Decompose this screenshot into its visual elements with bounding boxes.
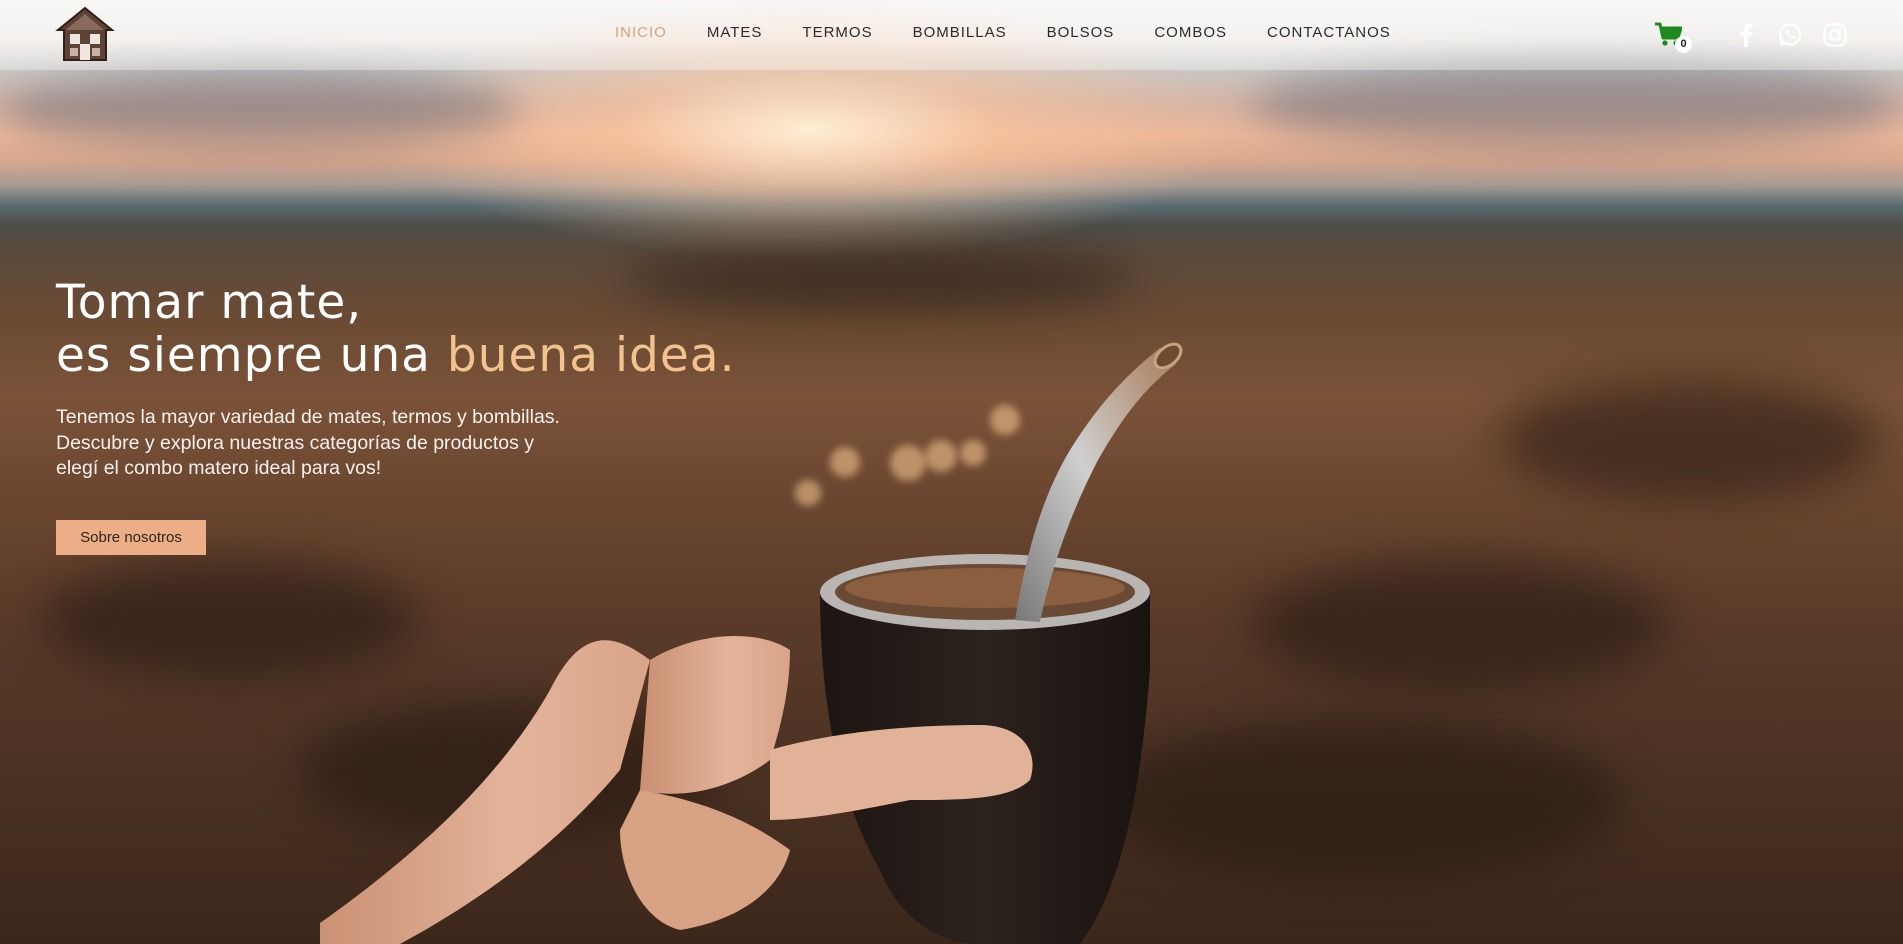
sky-cloud xyxy=(1250,60,1900,150)
hero-title-line2: es siempre una xyxy=(56,328,447,383)
nav-contactanos[interactable]: CONTACTANOS xyxy=(1267,24,1391,41)
nav-mates[interactable]: MATES xyxy=(707,24,763,41)
facebook-icon[interactable] xyxy=(1733,22,1759,48)
background-bush xyxy=(1500,380,1880,500)
home-page: INICIO MATES TERMOS BOMBILLAS BOLSOS COM… xyxy=(0,0,1903,944)
cart-count-badge: 0 xyxy=(1675,36,1692,53)
whatsapp-icon[interactable] xyxy=(1777,22,1803,48)
hero-description-line: Tenemos la mayor variedad de mates, term… xyxy=(56,406,560,428)
nav-termos[interactable]: TERMOS xyxy=(802,24,872,41)
hero-title-line1: Tomar mate, xyxy=(56,275,363,330)
hero-description-line: Descubre y explora nuestras categorías d… xyxy=(56,431,535,454)
main-nav: INICIO MATES TERMOS BOMBILLAS BOLSOS COM… xyxy=(615,24,1431,41)
hero-description-line: elegí el combo matero ideal para vos! xyxy=(56,457,382,479)
nav-inicio[interactable]: INICIO xyxy=(615,24,667,41)
logo-icon[interactable] xyxy=(54,6,116,64)
nav-bolsos[interactable]: BOLSOS xyxy=(1047,24,1115,41)
nav-bombillas[interactable]: BOMBILLAS xyxy=(913,24,1007,41)
hero-description: Tenemos la mayor variedad de mates, term… xyxy=(56,405,616,482)
hero-title: Tomar mate, es siempre una buena idea. xyxy=(56,276,736,382)
about-us-button[interactable]: Sobre nosotros xyxy=(56,520,206,555)
background-bush xyxy=(1250,560,1670,690)
sky-cloud xyxy=(0,70,520,150)
site-header: INICIO MATES TERMOS BOMBILLAS BOLSOS COM… xyxy=(0,0,1903,70)
hero-title-accent: buena idea. xyxy=(446,328,736,383)
nav-combos[interactable]: COMBOS xyxy=(1154,24,1227,41)
instagram-icon[interactable] xyxy=(1822,22,1848,48)
